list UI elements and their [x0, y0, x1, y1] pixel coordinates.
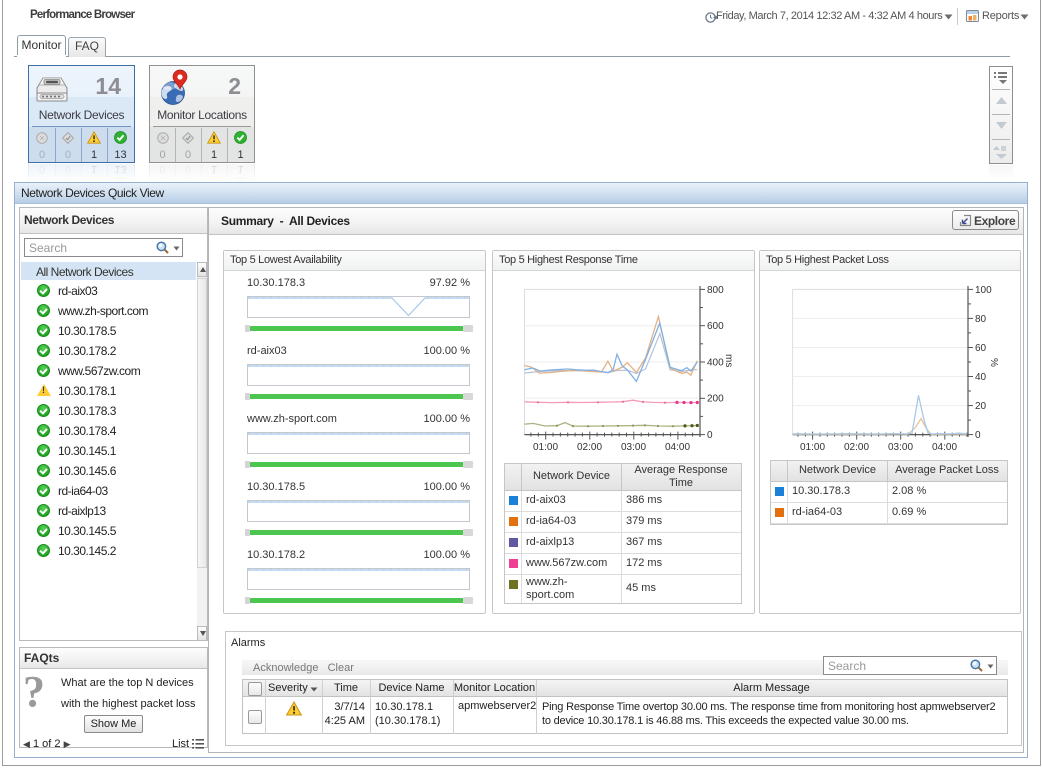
svg-text:0: 0 — [975, 430, 981, 441]
svg-text:20: 20 — [975, 401, 987, 412]
svg-text:200: 200 — [707, 394, 724, 405]
svg-text:400: 400 — [707, 357, 724, 368]
svg-text:01:00: 01:00 — [800, 442, 825, 453]
svg-text:60: 60 — [975, 343, 987, 354]
svg-text:80: 80 — [975, 314, 987, 325]
svg-text:04:00: 04:00 — [665, 442, 690, 453]
svg-text:800: 800 — [707, 285, 724, 296]
svg-text:04:00: 04:00 — [932, 442, 957, 453]
svg-text:600: 600 — [707, 321, 724, 332]
svg-text:0: 0 — [707, 430, 713, 441]
svg-text:01:00: 01:00 — [533, 442, 558, 453]
svg-text:02:00: 02:00 — [844, 442, 869, 453]
svg-text:ms: ms — [723, 354, 734, 367]
svg-text:03:00: 03:00 — [888, 442, 913, 453]
svg-text:100: 100 — [975, 285, 992, 296]
svg-text:03:00: 03:00 — [621, 442, 646, 453]
svg-text:%: % — [988, 358, 999, 367]
svg-text:40: 40 — [975, 372, 987, 383]
svg-text:02:00: 02:00 — [577, 442, 602, 453]
